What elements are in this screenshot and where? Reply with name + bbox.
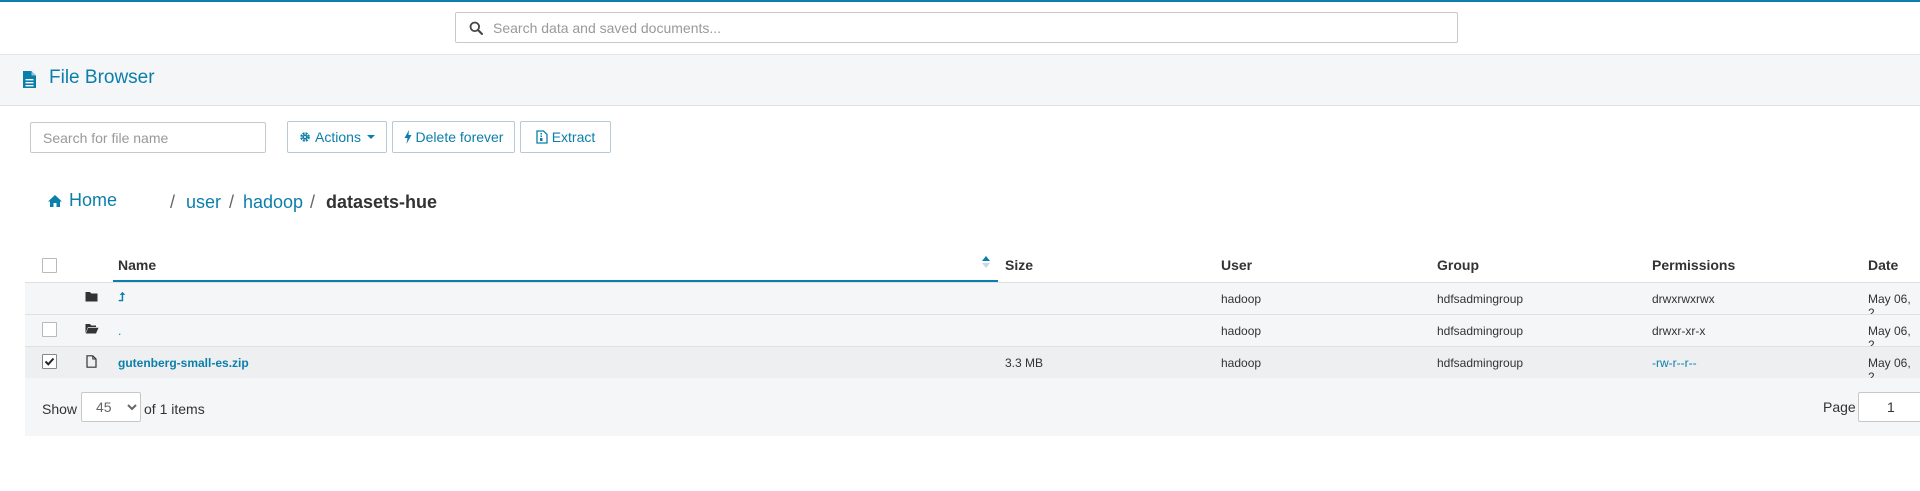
column-header-date[interactable]: Date	[1868, 257, 1898, 273]
page-number-input[interactable]	[1858, 392, 1920, 422]
table-row[interactable]: ⮥ hadoop hdfsadmingroup drwxrwxrwx May 0…	[25, 282, 1920, 320]
breadcrumb-current: datasets-hue	[326, 192, 438, 212]
document-icon	[23, 71, 36, 88]
file-group: hdfsadmingroup	[1437, 292, 1524, 306]
file-archive-icon	[536, 130, 548, 144]
delete-forever-button[interactable]: Delete forever	[392, 121, 515, 153]
column-header-size[interactable]: Size	[1005, 257, 1033, 273]
bolt-icon	[404, 130, 412, 144]
breadcrumb-home[interactable]: Home	[47, 190, 117, 211]
sort-icon	[982, 256, 990, 268]
page-title: File Browser	[49, 67, 155, 88]
file-user: hadoop	[1221, 324, 1262, 338]
table-row[interactable]: gutenberg-small-es.zip 3.3 MB hadoop hdf…	[25, 346, 1920, 384]
global-search-input[interactable]	[491, 18, 1435, 37]
item-count: of 1 items	[144, 401, 205, 417]
page-label: Page	[1823, 399, 1856, 415]
actions-dropdown-button[interactable]: Actions	[287, 121, 387, 153]
gear-icon	[300, 132, 310, 142]
file-group: hdfsadmingroup	[1437, 324, 1524, 338]
file-size: 3.3 MB	[1005, 356, 1044, 370]
extract-label: Extract	[551, 129, 596, 145]
file-permissions[interactable]: -rw-r--r--	[1652, 356, 1697, 370]
global-search-box[interactable]	[455, 12, 1458, 43]
page-size-select[interactable]: 45	[81, 392, 141, 422]
breadcrumb-separator: /	[170, 192, 176, 212]
breadcrumb-separator: /	[310, 192, 316, 212]
breadcrumb-hadoop[interactable]: hadoop	[243, 192, 303, 213]
file-user: hadoop	[1221, 292, 1262, 306]
caret-down-icon	[366, 135, 375, 139]
file-permissions: drwxr-xr-x	[1652, 324, 1706, 338]
row-checkbox[interactable]	[42, 322, 57, 337]
file-icon	[86, 355, 97, 368]
file-name-link[interactable]: ⮥	[118, 290, 125, 305]
file-name-search-input[interactable]	[30, 122, 266, 153]
page-header: File Browser	[0, 55, 1920, 106]
checkmark-icon	[44, 357, 55, 366]
file-user: hadoop	[1221, 356, 1262, 370]
table-row[interactable]: . hadoop hdfsadmingroup drwxr-xr-x May 0…	[25, 314, 1920, 352]
column-header-name[interactable]: Name	[118, 257, 156, 273]
column-header-user[interactable]: User	[1221, 257, 1252, 273]
column-header-permissions[interactable]: Permissions	[1652, 257, 1735, 273]
show-label: Show	[42, 401, 78, 417]
breadcrumb-home-label: Home	[69, 190, 118, 210]
breadcrumb-user[interactable]: user	[186, 192, 221, 213]
folder-icon	[85, 292, 98, 302]
extract-button[interactable]: Extract	[520, 121, 611, 153]
row-checkbox[interactable]	[42, 354, 57, 369]
table-header: Name Size User Group Permissions Date	[25, 248, 1920, 282]
column-header-group[interactable]: Group	[1437, 257, 1479, 273]
delete-forever-label: Delete forever	[415, 129, 504, 145]
file-name-link[interactable]: .	[118, 324, 121, 338]
search-icon	[469, 21, 483, 35]
pagination-bar: Show 45 of 1 items Page	[25, 378, 1920, 436]
actions-label: Actions	[315, 129, 361, 145]
file-permissions: drwxrwxrwx	[1652, 292, 1715, 306]
breadcrumb-separator: /	[229, 192, 235, 212]
select-all-checkbox[interactable]	[42, 258, 57, 273]
folder-open-icon	[85, 324, 99, 334]
top-navigation-bar	[0, 2, 1920, 55]
home-icon	[48, 194, 62, 207]
file-group: hdfsadmingroup	[1437, 356, 1524, 370]
file-name-link[interactable]: gutenberg-small-es.zip	[118, 356, 249, 370]
